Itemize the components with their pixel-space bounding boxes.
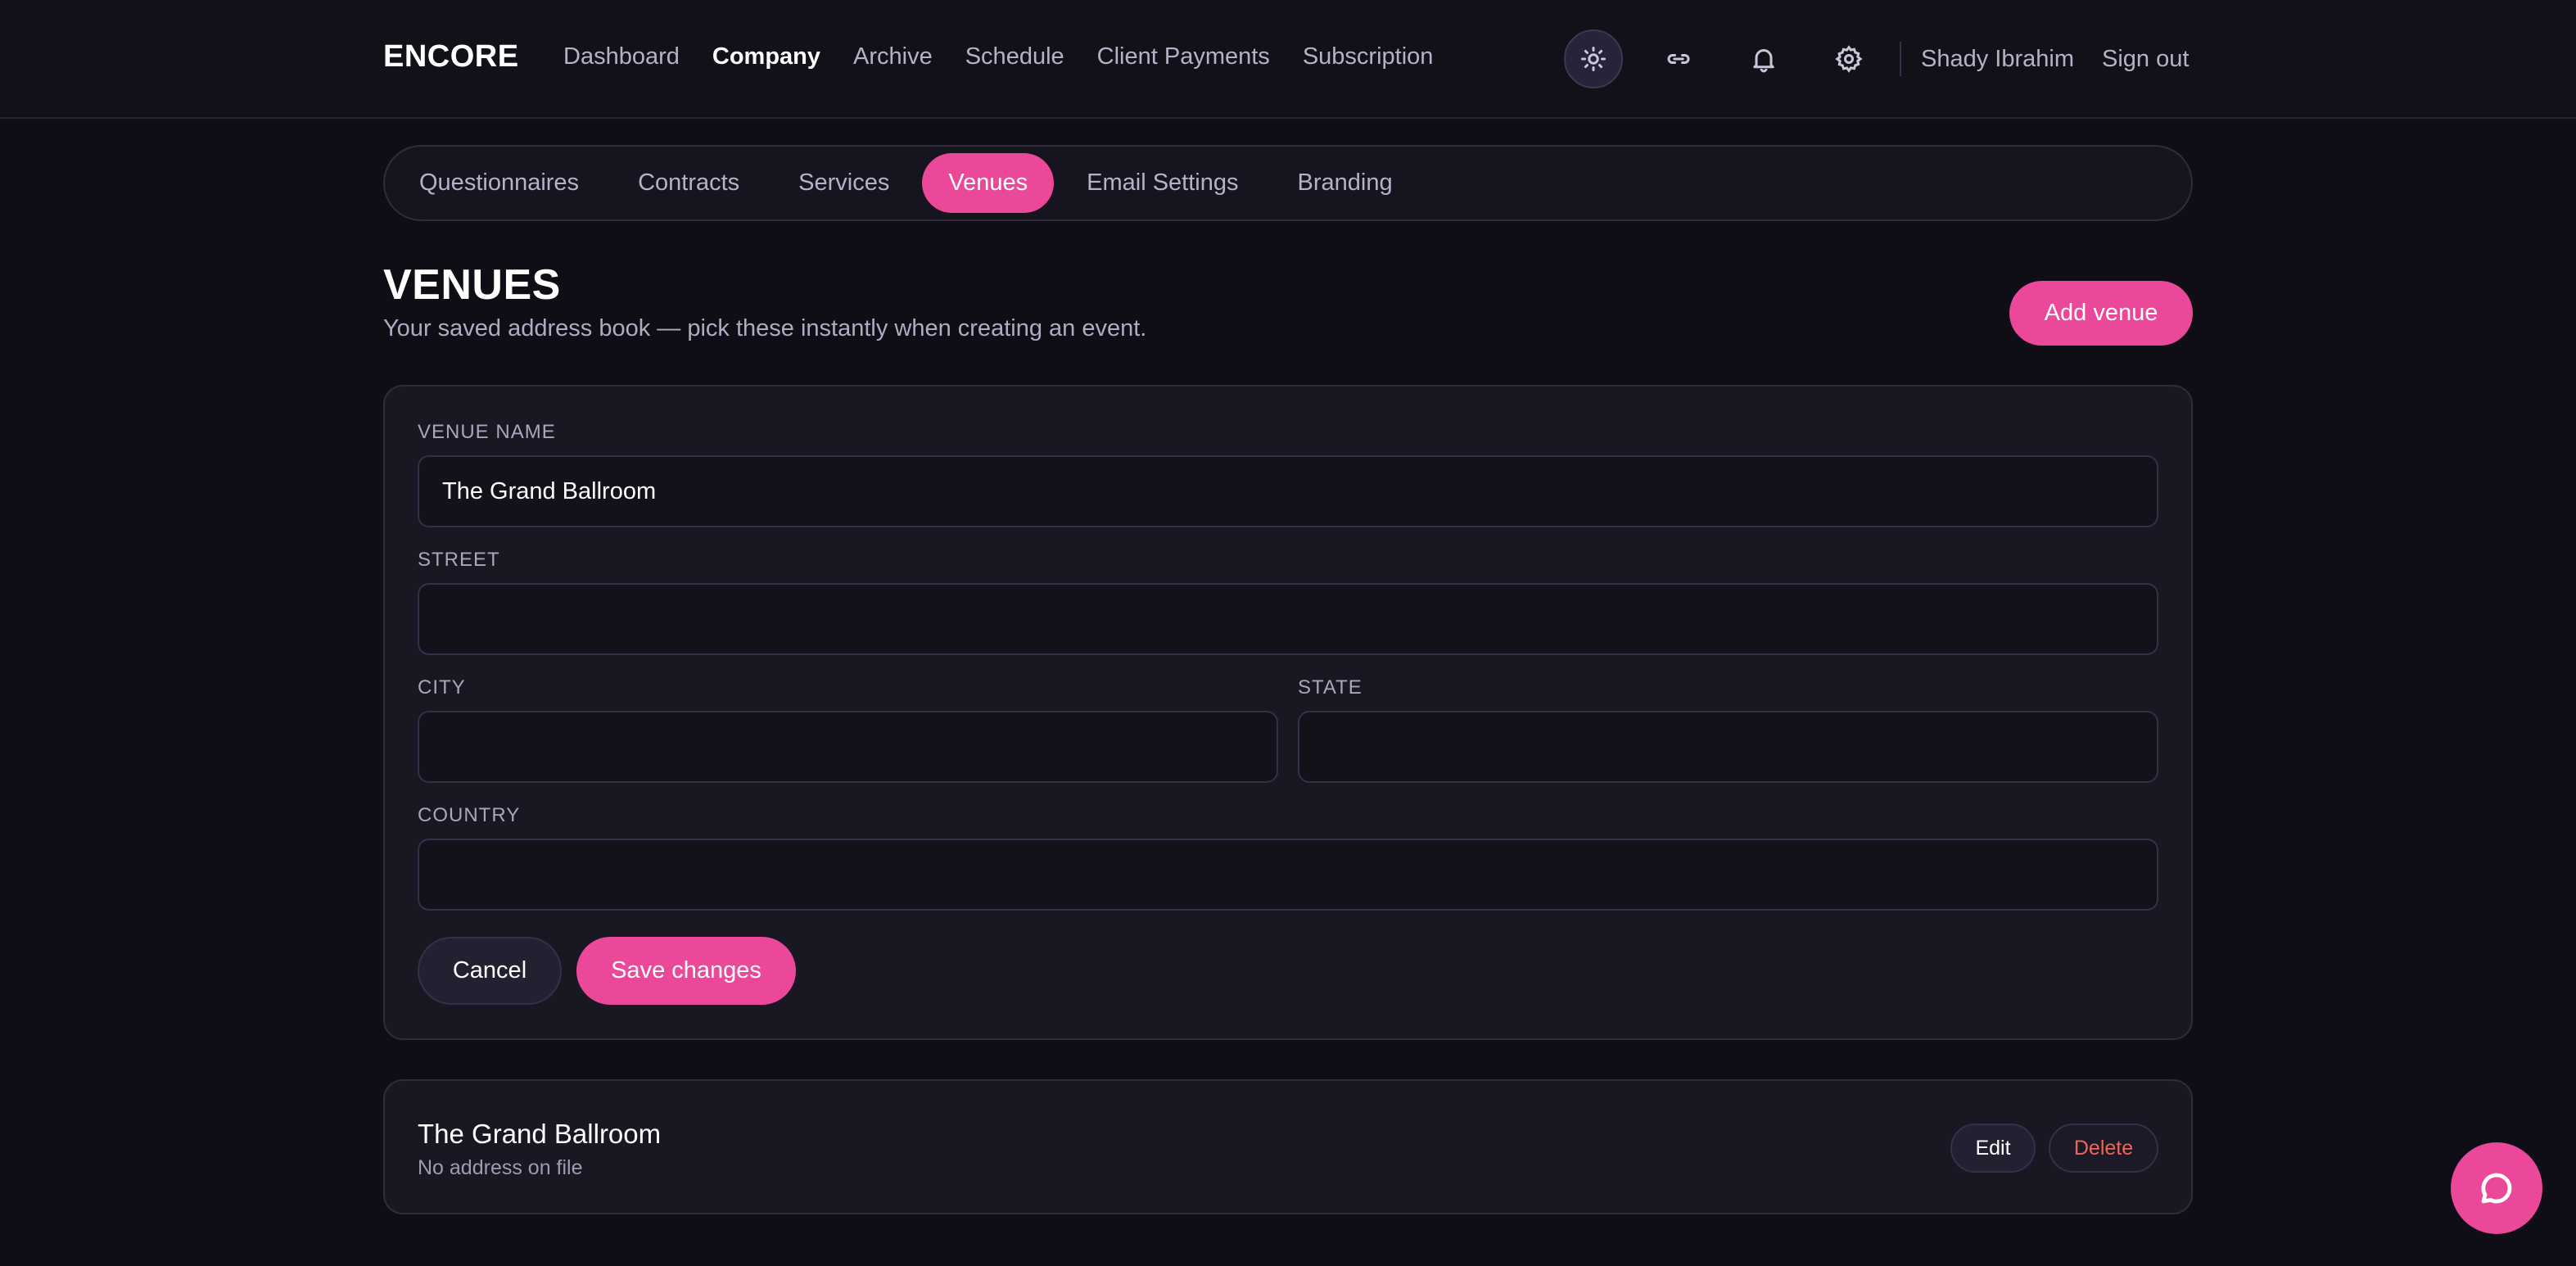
nav-schedule[interactable]: Schedule	[965, 43, 1064, 70]
tab-venues[interactable]: Venues	[922, 153, 1055, 213]
sun-icon	[1581, 47, 1606, 71]
edit-venue-button[interactable]: Edit	[1950, 1124, 2036, 1173]
page-subtitle: Your saved address book — pick these ins…	[383, 315, 1147, 341]
company-subtabs: Questionnaires Contracts Services Venues…	[383, 145, 2193, 221]
tab-services[interactable]: Services	[772, 153, 915, 213]
user-name[interactable]: Shady Ibrahim	[1921, 46, 2074, 73]
state-label: STATE	[1298, 676, 1363, 699]
link-button[interactable]	[1649, 29, 1708, 88]
country-field[interactable]	[418, 839, 2158, 911]
tab-questionnaires[interactable]: Questionnaires	[393, 153, 605, 213]
notifications-button[interactable]	[1734, 29, 1793, 88]
add-venue-button[interactable]: Add venue	[2009, 281, 2193, 346]
street-field[interactable]	[418, 583, 2158, 655]
delete-venue-button[interactable]: Delete	[2049, 1124, 2158, 1173]
settings-button[interactable]	[1819, 29, 1878, 88]
top-navbar: ENCORE Dashboard Company Archive Schedul…	[0, 0, 2576, 119]
city-field[interactable]	[418, 711, 1278, 783]
venue-item-address: No address on file	[418, 1156, 583, 1179]
nav-company[interactable]: Company	[712, 43, 820, 70]
venue-name-field[interactable]	[418, 455, 2158, 527]
link-icon	[1667, 54, 1690, 64]
chat-bubble-icon	[2481, 1173, 2512, 1204]
chat-button[interactable]	[2451, 1142, 2542, 1234]
venue-form-card: VENUE NAME STREET CITY STATE COUNTRY Can…	[383, 385, 2193, 1040]
city-label: CITY	[418, 676, 466, 699]
theme-toggle-button[interactable]	[1564, 29, 1623, 88]
tab-contracts[interactable]: Contracts	[612, 153, 766, 213]
save-changes-button[interactable]: Save changes	[576, 937, 796, 1005]
state-field[interactable]	[1298, 711, 2158, 783]
country-label: COUNTRY	[418, 804, 521, 826]
gear-icon	[1835, 45, 1863, 73]
nav-dashboard[interactable]: Dashboard	[563, 43, 680, 70]
nav-subscription[interactable]: Subscription	[1303, 43, 1434, 70]
header-tools: Shady Ibrahim Sign out	[1564, 29, 2189, 88]
nav-client-payments[interactable]: Client Payments	[1097, 43, 1270, 70]
nav-archive[interactable]: Archive	[853, 43, 933, 70]
sign-out-link[interactable]: Sign out	[2102, 46, 2189, 73]
main-nav: Dashboard Company Archive Schedule Clien…	[563, 43, 1433, 70]
venue-item-name: The Grand Ballroom	[418, 1119, 662, 1149]
tab-email-settings[interactable]: Email Settings	[1060, 153, 1264, 213]
list-item: The Grand Ballroom No address on file Ed…	[383, 1079, 2193, 1214]
street-label: STREET	[418, 549, 500, 571]
brand-logo[interactable]: ENCORE	[383, 39, 519, 75]
venue-name-label: VENUE NAME	[418, 421, 556, 443]
cancel-button[interactable]: Cancel	[418, 937, 562, 1005]
header-divider	[1900, 42, 1901, 76]
tab-branding[interactable]: Branding	[1272, 153, 1419, 213]
bell-icon	[1753, 49, 1774, 73]
page-title: VENUES	[383, 261, 561, 309]
